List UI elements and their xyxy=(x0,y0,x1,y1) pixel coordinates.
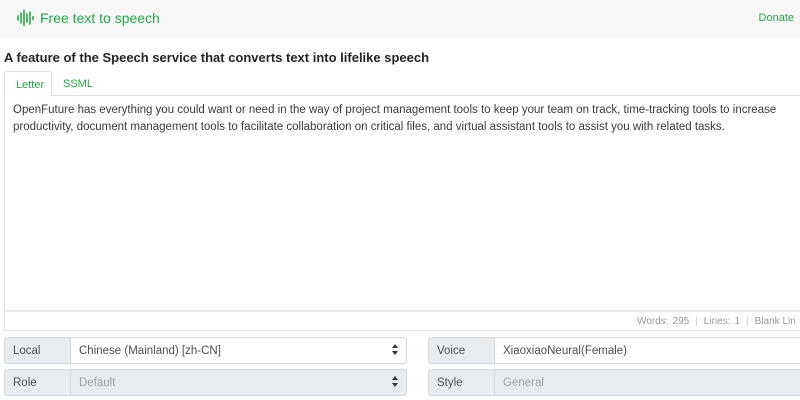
words-count: 295 xyxy=(672,316,690,327)
voice-field: Voice XiaoxiaoNeural(Female) xyxy=(428,337,800,364)
role-label: Role xyxy=(4,369,71,396)
blank-lines-label: Blank Lin xyxy=(754,316,796,327)
style-select[interactable]: General xyxy=(495,369,800,396)
select-caret-icon xyxy=(392,375,400,389)
local-select[interactable]: Chinese (Mainland) [zh-CN] xyxy=(71,337,407,364)
local-field: Local Chinese (Mainland) [zh-CN] xyxy=(4,337,407,364)
page-heading: A feature of the Speech service that con… xyxy=(4,50,430,65)
style-field: Style General xyxy=(428,369,800,396)
text-editor[interactable]: OpenFuture has everything you could want… xyxy=(4,96,800,311)
select-caret-icon xyxy=(392,343,400,357)
words-label: Words: xyxy=(637,316,669,327)
style-select-value: General xyxy=(503,377,544,389)
editor-content[interactable]: OpenFuture has everything you could want… xyxy=(13,102,793,136)
tab-ssml[interactable]: SSML xyxy=(52,71,104,97)
lines-count: 1 xyxy=(734,316,741,327)
local-label: Local xyxy=(4,337,71,364)
role-select-value: Default xyxy=(79,377,116,389)
voice-label: Voice xyxy=(428,337,495,364)
style-label: Style xyxy=(428,369,495,396)
tab-letter[interactable]: Letter xyxy=(4,71,52,97)
app-title: Free text to speech xyxy=(40,10,160,26)
voice-select[interactable]: XiaoxiaoNeural(Female) xyxy=(495,337,800,364)
sound-wave-icon xyxy=(16,9,34,27)
donate-link[interactable]: Donate xyxy=(759,12,794,24)
editor-statusbar: Words: 295 | Lines: 1 | Blank Lin xyxy=(4,311,800,331)
role-field: Role Default xyxy=(4,369,407,396)
role-select[interactable]: Default xyxy=(71,369,407,396)
voice-select-value: XiaoxiaoNeural(Female) xyxy=(503,345,627,357)
local-select-value: Chinese (Mainland) [zh-CN] xyxy=(79,345,221,357)
lines-label: Lines: xyxy=(703,316,731,327)
tab-bar: Letter SSML xyxy=(4,71,800,97)
navbar: Free text to speech Donate xyxy=(0,0,800,38)
brand-link[interactable]: Free text to speech xyxy=(16,9,160,27)
